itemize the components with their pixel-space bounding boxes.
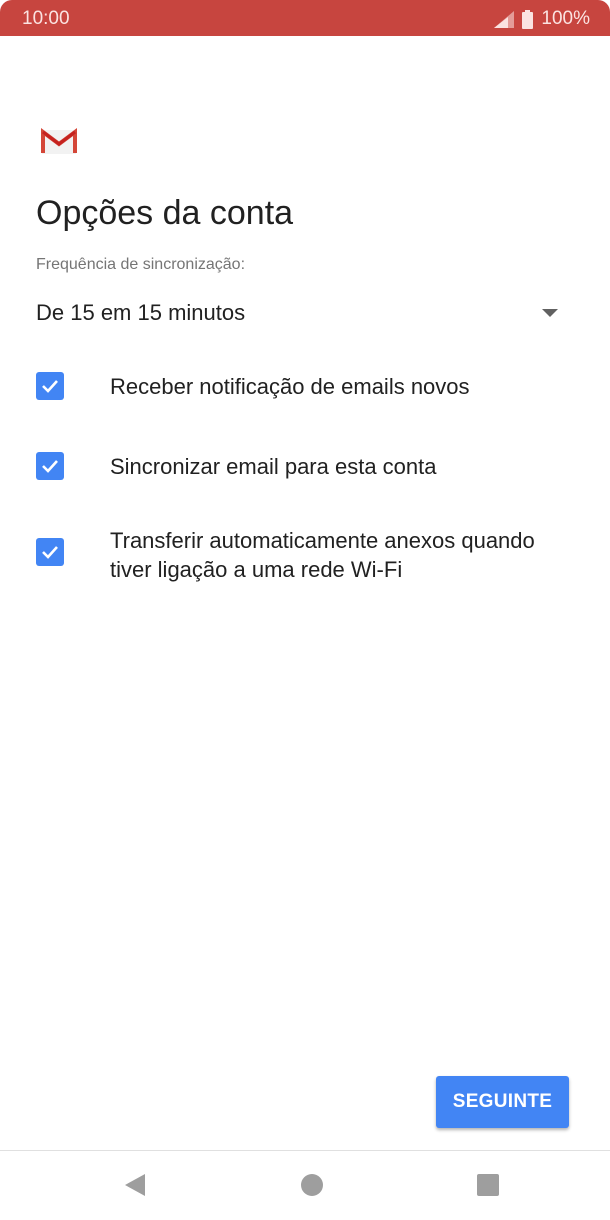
- status-bar: 10:00 100%: [0, 0, 610, 36]
- navigation-bar: [0, 1150, 610, 1220]
- sync-frequency-label: Frequência de sincronização:: [36, 256, 246, 273]
- next-button[interactable]: SEGUINTE: [436, 1076, 569, 1128]
- battery-icon: [522, 9, 534, 29]
- back-icon[interactable]: [124, 1173, 146, 1197]
- status-time: 10:00: [22, 8, 70, 29]
- checkbox-sync[interactable]: [36, 452, 64, 480]
- sync-frequency-value: De 15 em 15 minutos: [36, 300, 246, 325]
- dropdown-arrow-icon: [542, 309, 558, 317]
- option-label: Sincronizar email para esta conta: [110, 454, 437, 479]
- recents-icon[interactable]: [477, 1174, 499, 1196]
- page-title: Opções da conta: [36, 194, 294, 232]
- option-label: Transferir automaticamente anexos quando…: [110, 528, 535, 582]
- checkmark-icon: [42, 460, 58, 473]
- checkmark-icon: [42, 380, 58, 393]
- sync-frequency-dropdown[interactable]: De 15 em 15 minutos: [36, 296, 566, 330]
- option-label: Receber notificação de emails novos: [110, 374, 470, 399]
- checkbox-notifications[interactable]: [36, 372, 64, 400]
- status-icons: 100%: [494, 8, 590, 30]
- home-icon[interactable]: [301, 1174, 323, 1196]
- battery-percent: 100%: [541, 8, 590, 29]
- gmail-logo-icon: [41, 128, 77, 154]
- checkmark-icon: [42, 546, 58, 559]
- checkbox-attachments[interactable]: [36, 538, 64, 566]
- signal-icon: [494, 10, 515, 28]
